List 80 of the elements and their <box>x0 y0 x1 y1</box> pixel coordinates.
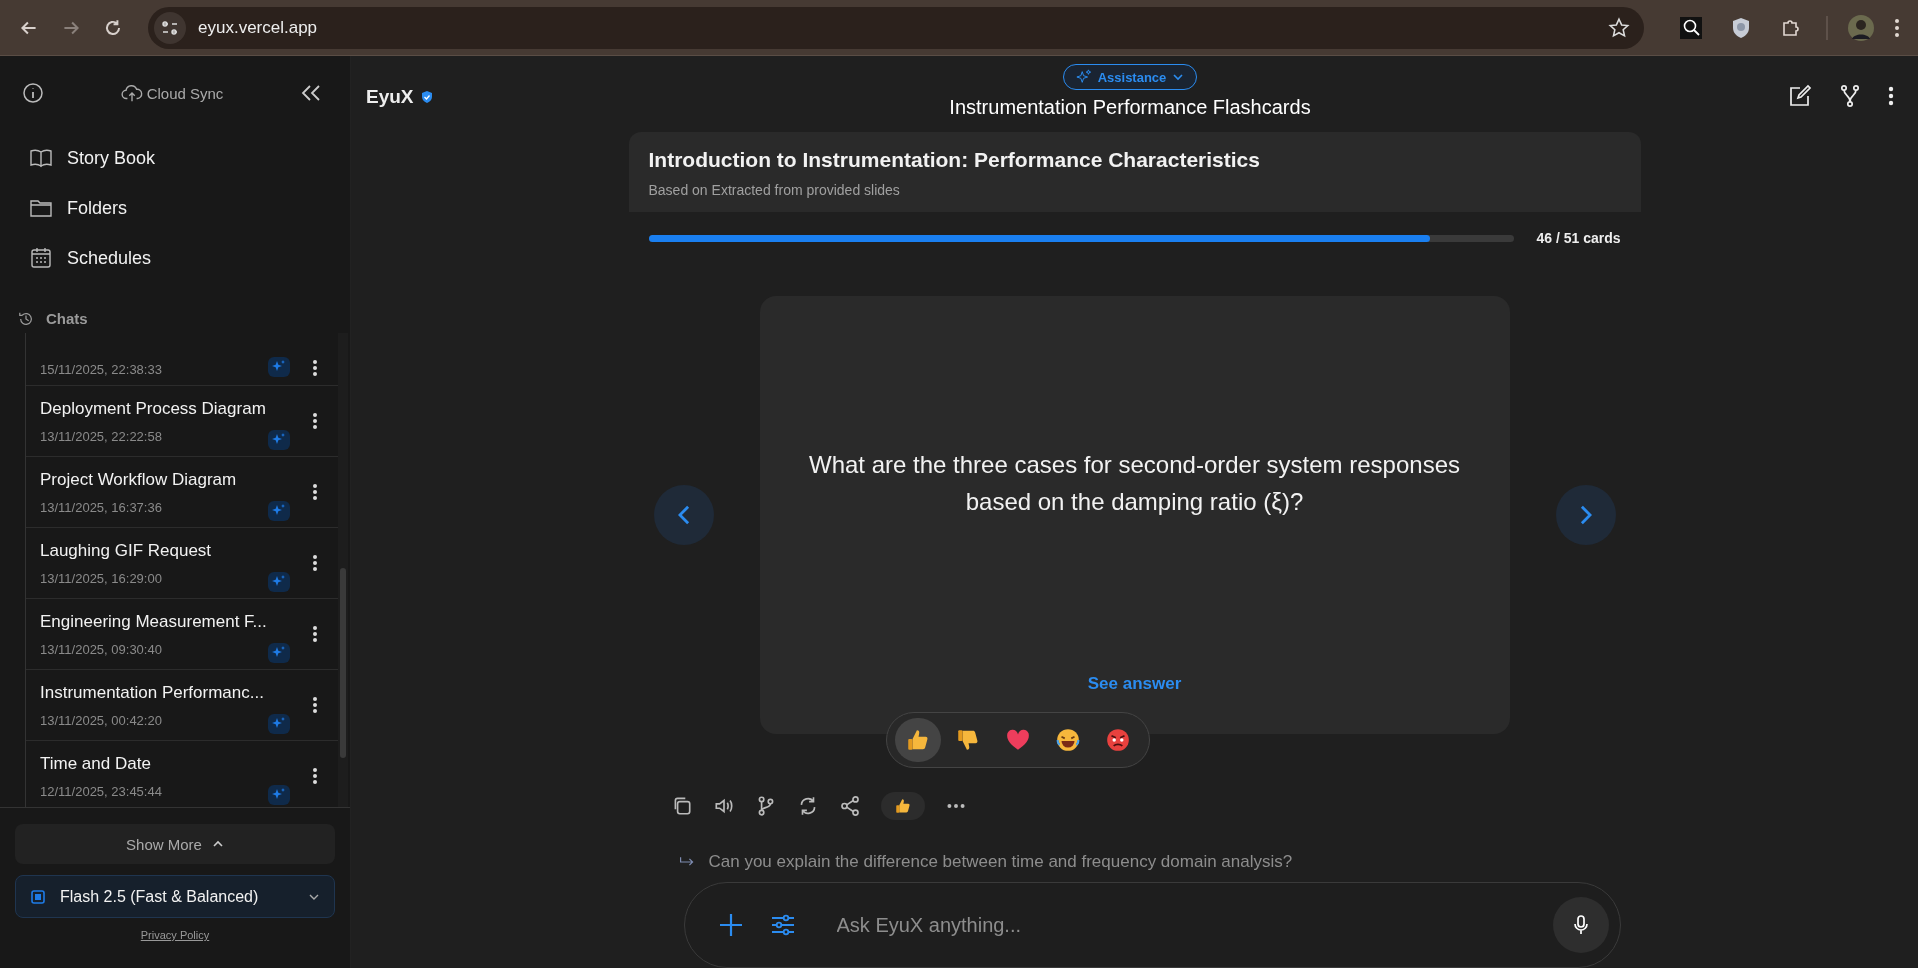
brand-name: EyuX <box>366 86 414 108</box>
nav-item[interactable]: Schedules <box>14 236 336 280</box>
chat-menu-icon[interactable] <box>312 554 318 572</box>
chat-title: Project Workflow Diagram <box>40 469 238 490</box>
shield-icon[interactable] <box>1730 16 1752 39</box>
sparkle-icon <box>1075 69 1092 85</box>
address-bar[interactable]: eyux.vercel.app <box>148 6 1644 49</box>
chat-timestamp: 13/11/2025, 16:37:36 <box>40 499 163 515</box>
chat-title: Instrumentation Performanc... <box>40 682 265 703</box>
show-more-button[interactable]: Show More <box>15 824 335 864</box>
chat-timestamp: 13/11/2025, 16:29:00 <box>40 570 163 586</box>
bookmark-star-icon[interactable] <box>1608 16 1630 39</box>
new-chat-icon[interactable] <box>1788 84 1812 108</box>
model-selector[interactable]: Flash 2.5 (Fast & Balanced) <box>15 875 335 918</box>
laughing-emoji-icon <box>1054 727 1081 753</box>
see-answer-link[interactable]: See answer <box>1087 674 1182 694</box>
flashcard[interactable]: What are the three cases for second-order system responses based on the damping ratio (ξ)? See answer <box>759 296 1510 734</box>
info-icon[interactable] <box>22 82 44 104</box>
chat-item[interactable]: Deployment Process Diagram 13/11/2025, 22:22:58 <box>26 386 338 457</box>
chat-menu-icon[interactable] <box>312 412 318 430</box>
privacy-policy-link[interactable]: Privacy Policy <box>140 929 210 941</box>
deck-source: Based on Extracted from provided slides <box>648 182 901 198</box>
conversation-title: Instrumentation Performance Flashcards <box>949 96 1311 119</box>
sparkle-badge-icon <box>268 501 290 521</box>
chevron-left-icon <box>677 505 690 525</box>
search-extension-icon[interactable] <box>1680 16 1702 39</box>
chat-title: Time and Date <box>40 753 152 774</box>
sparkle-badge-icon <box>268 430 290 450</box>
history-icon <box>18 310 34 327</box>
chats-heading: Chats <box>46 310 88 327</box>
cloud-sync-button[interactable]: Cloud Sync <box>120 82 224 104</box>
deck-title: Introduction to Instrumentation: Performance Characteristics <box>648 148 1261 172</box>
chat-timestamp: 15/11/2025, 22:38:33 <box>40 362 163 377</box>
chat-menu-icon[interactable] <box>312 625 318 643</box>
branch-icon[interactable] <box>1838 84 1862 108</box>
mode-dropdown[interactable]: Assistance <box>1062 64 1198 90</box>
message-input[interactable]: Ask EyuX anything... <box>834 912 1529 938</box>
calendar-icon <box>29 246 53 270</box>
thumbs-up-icon <box>893 797 912 815</box>
chip-icon <box>30 888 46 905</box>
chat-timestamp: 12/11/2025, 23:45:44 <box>40 783 163 799</box>
angry-emoji-icon <box>1104 727 1131 753</box>
nav-item[interactable]: Folders <box>14 186 336 230</box>
chat-timestamp: 13/11/2025, 09:30:40 <box>40 641 163 657</box>
chat-title: Engineering Measurement F... <box>40 611 268 632</box>
site-settings-icon[interactable] <box>154 11 186 44</box>
sparkle-badge-icon <box>268 357 290 377</box>
nav-item[interactable]: Story Book <box>14 136 336 180</box>
chat-item[interactable]: Engineering Measurement F... 13/11/2025, 09:30:40 <box>26 599 338 670</box>
url-text: eyux.vercel.app <box>198 17 319 38</box>
suggested-question[interactable]: Can you explain the difference between time and frequency domain analysis? <box>648 852 1621 872</box>
chat-item[interactable]: Project Workflow Diagram 13/11/2025, 16:37:36 <box>26 457 338 528</box>
chat-menu-icon[interactable] <box>312 483 318 501</box>
chat-timestamp: 13/11/2025, 00:42:20 <box>40 712 163 728</box>
chat-title: Laughing GIF Request <box>40 540 213 561</box>
more-menu-icon[interactable] <box>1888 86 1894 106</box>
thumbs-up-reaction-chip[interactable] <box>880 792 925 820</box>
chat-timestamp: 13/11/2025, 22:22:58 <box>40 428 163 444</box>
sparkle-badge-icon <box>268 643 290 663</box>
sparkle-badge-icon <box>268 785 290 805</box>
browser-menu-icon[interactable] <box>1894 17 1900 38</box>
card-count: 46 / 51 cards <box>1536 230 1621 246</box>
chat-menu-icon[interactable] <box>312 696 318 714</box>
sparkle-badge-icon <box>268 572 290 592</box>
scrollbar[interactable] <box>338 333 348 807</box>
chat-menu-icon[interactable] <box>312 359 318 377</box>
chat-item[interactable]: 15/11/2025, 22:38:33 <box>26 333 338 386</box>
chat-title: Deployment Process Diagram <box>40 398 267 419</box>
microphone-button[interactable] <box>1552 897 1609 953</box>
chat-item[interactable]: Laughing GIF Request 13/11/2025, 16:29:00 <box>26 528 338 599</box>
chat-menu-icon[interactable] <box>312 767 318 785</box>
profile-avatar[interactable] <box>1848 14 1874 41</box>
chevron-right-icon <box>1579 505 1592 525</box>
flashcard-question: What are the three cases for second-order system responses based on the damping ratio (ξ)? <box>808 450 1461 517</box>
cloud-upload-icon <box>120 82 143 104</box>
sparkle-badge-icon <box>268 714 290 734</box>
thumbs-up-reaction[interactable] <box>894 718 941 762</box>
share-icon[interactable] <box>838 795 861 817</box>
chat-item[interactable]: Instrumentation Performanc... 13/11/2025, 00:42:20 <box>26 670 338 741</box>
chevron-down-icon <box>1172 71 1185 83</box>
